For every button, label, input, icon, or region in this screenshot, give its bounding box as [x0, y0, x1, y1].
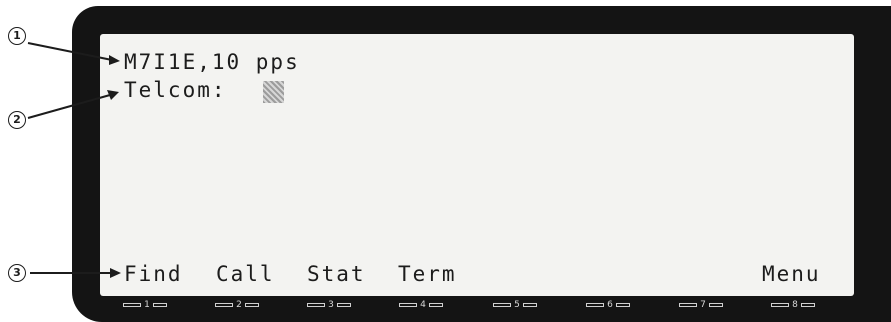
key-bar-icon	[215, 303, 233, 307]
hardkey-6[interactable]: 6	[586, 300, 630, 310]
key-bar-icon	[771, 303, 789, 307]
hardkey-4[interactable]: 4	[399, 300, 443, 310]
key-bar-icon	[801, 303, 815, 307]
hardkey-7-label: 7	[700, 300, 706, 310]
key-bar-icon	[493, 303, 511, 307]
callout-3: 3	[8, 264, 26, 282]
hardkey-2[interactable]: 2	[215, 300, 259, 310]
callout-1-arrowhead	[109, 55, 120, 65]
hardkey-6-label: 6	[607, 300, 613, 310]
callout-2: 2	[8, 111, 26, 129]
hardkey-4-label: 4	[420, 300, 426, 310]
key-bar-icon	[616, 303, 630, 307]
hardkey-7[interactable]: 7	[679, 300, 723, 310]
hardkey-3-label: 3	[328, 300, 334, 310]
hardkey-3[interactable]: 3	[307, 300, 351, 310]
callout-leader-lines	[27, 42, 121, 278]
key-bar-icon	[337, 303, 351, 307]
hardkey-5-label: 5	[514, 300, 520, 310]
callout-1-leader	[27, 42, 113, 61]
callout-3-arrowhead	[110, 268, 121, 278]
key-bar-icon	[123, 303, 141, 307]
callout-2-leader	[27, 94, 111, 119]
hardkey-5[interactable]: 5	[493, 300, 537, 310]
callout-1: 1	[8, 27, 26, 45]
key-bar-icon	[709, 303, 723, 307]
key-bar-icon	[245, 303, 259, 307]
key-bar-icon	[429, 303, 443, 307]
hardkey-2-label: 2	[236, 300, 242, 310]
hardkey-1[interactable]: 1	[123, 300, 167, 310]
hardkey-1-label: 1	[144, 300, 150, 310]
hardkey-8[interactable]: 8	[771, 300, 815, 310]
key-bar-icon	[307, 303, 325, 307]
key-bar-icon	[586, 303, 604, 307]
hardkey-8-label: 8	[792, 300, 798, 310]
key-bar-icon	[523, 303, 537, 307]
key-bar-icon	[153, 303, 167, 307]
key-bar-icon	[399, 303, 417, 307]
key-bar-icon	[679, 303, 697, 307]
